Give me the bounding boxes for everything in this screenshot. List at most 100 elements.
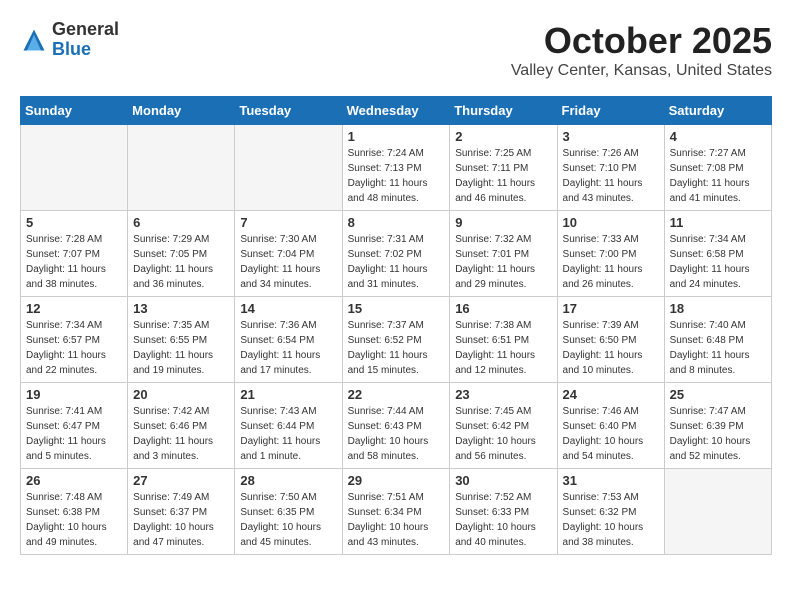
day-info: Sunrise: 7:49 AMSunset: 6:37 PMDaylight:… (133, 490, 229, 550)
day-cell-13: 13 Sunrise: 7:35 AMSunset: 6:55 PMDayligh… (128, 297, 235, 383)
day-cell-2: 2 Sunrise: 7:25 AMSunset: 7:11 PMDaylight… (450, 125, 557, 211)
day-cell-28: 28Sunrise: 7:50 AMSunset: 6:35 PMDayligh… (235, 469, 342, 555)
weekday-header-row: SundayMondayTuesdayWednesdayThursdayFrid… (21, 97, 772, 125)
day-info: Sunrise: 7:33 AMSunset: 7:00 PMDaylight:… (563, 232, 659, 292)
day-cell-5: 5Sunrise: 7:28 AMSunset: 7:07 PMDaylight… (21, 211, 128, 297)
day-cell-29: 29Sunrise: 7:51 AMSunset: 6:34 PMDayligh… (342, 469, 450, 555)
day-cell-23: 23 Sunrise: 7:45 AMSunset: 6:42 PMDayligh… (450, 383, 557, 469)
logo-text: General Blue (52, 20, 119, 60)
day-info: Sunrise: 7:24 AMSunset: 7:13 PMDaylight:… (348, 146, 445, 206)
day-cell-11: 11 Sunrise: 7:34 AMSunset: 6:58 PMDayligh… (664, 211, 771, 297)
day-number: 31 (563, 473, 659, 488)
day-info: Sunrise: 7:45 AMSunset: 6:42 PMDaylight:… (455, 404, 551, 464)
day-number: 3 (563, 129, 659, 144)
day-info: Sunrise: 7:31 AMSunset: 7:02 PMDaylight:… (348, 232, 445, 292)
day-cell-3: 3 Sunrise: 7:26 AMSunset: 7:10 PMDaylight… (557, 125, 664, 211)
week-row-4: 19 Sunrise: 7:41 AMSunset: 6:47 PMDayligh… (21, 383, 772, 469)
weekday-header-tuesday: Tuesday (235, 97, 342, 125)
day-info: Sunrise: 7:37 AMSunset: 6:52 PMDaylight:… (348, 318, 445, 378)
day-number: 12 (26, 301, 122, 316)
day-number: 1 (348, 129, 445, 144)
weekday-header-wednesday: Wednesday (342, 97, 450, 125)
day-cell-16: 16 Sunrise: 7:38 AMSunset: 6:51 PMDayligh… (450, 297, 557, 383)
day-cell-26: 26 Sunrise: 7:48 AMSunset: 6:38 PMDayligh… (21, 469, 128, 555)
day-cell-27: 27Sunrise: 7:49 AMSunset: 6:37 PMDayligh… (128, 469, 235, 555)
day-cell-6: 6 Sunrise: 7:29 AMSunset: 7:05 PMDaylight… (128, 211, 235, 297)
calendar-table: SundayMondayTuesdayWednesdayThursdayFrid… (20, 96, 772, 555)
page-header: General Blue October 2025 Valley Center,… (20, 20, 772, 80)
day-info: Sunrise: 7:32 AMSunset: 7:01 PMDaylight:… (455, 232, 551, 292)
day-info: Sunrise: 7:29 AMSunset: 7:05 PMDaylight:… (133, 232, 229, 292)
day-cell-25: 25 Sunrise: 7:47 AMSunset: 6:39 PMDayligh… (664, 383, 771, 469)
day-info: Sunrise: 7:41 AMSunset: 6:47 PMDaylight:… (26, 404, 122, 464)
day-cell-31: 31Sunrise: 7:53 AMSunset: 6:32 PMDayligh… (557, 469, 664, 555)
day-info: Sunrise: 7:28 AMSunset: 7:07 PMDaylight:… (26, 232, 122, 292)
day-info: Sunrise: 7:52 AMSunset: 6:33 PMDaylight:… (455, 490, 551, 550)
day-cell-1: 1 Sunrise: 7:24 AMSunset: 7:13 PMDaylight… (342, 125, 450, 211)
day-info: Sunrise: 7:30 AMSunset: 7:04 PMDaylight:… (240, 232, 336, 292)
title-block: October 2025 Valley Center, Kansas, Unit… (511, 20, 772, 80)
week-row-3: 12 Sunrise: 7:34 AMSunset: 6:57 PMDayligh… (21, 297, 772, 383)
day-info: Sunrise: 7:44 AMSunset: 6:43 PMDaylight:… (348, 404, 445, 464)
day-number: 24 (563, 387, 659, 402)
day-number: 7 (240, 215, 336, 230)
day-number: 26 (26, 473, 122, 488)
day-number: 25 (670, 387, 766, 402)
logo-blue-text: Blue (52, 40, 119, 60)
day-cell-15: 15 Sunrise: 7:37 AMSunset: 6:52 PMDayligh… (342, 297, 450, 383)
day-number: 19 (26, 387, 122, 402)
day-cell-9: 9 Sunrise: 7:32 AMSunset: 7:01 PMDaylight… (450, 211, 557, 297)
day-number: 22 (348, 387, 445, 402)
day-number: 16 (455, 301, 551, 316)
day-info: Sunrise: 7:36 AMSunset: 6:54 PMDaylight:… (240, 318, 336, 378)
weekday-header-thursday: Thursday (450, 97, 557, 125)
day-number: 8 (348, 215, 445, 230)
day-info: Sunrise: 7:27 AMSunset: 7:08 PMDaylight:… (670, 146, 766, 206)
day-info: Sunrise: 7:48 AMSunset: 6:38 PMDaylight:… (26, 490, 122, 550)
day-cell-24: 24 Sunrise: 7:46 AMSunset: 6:40 PMDayligh… (557, 383, 664, 469)
day-number: 2 (455, 129, 551, 144)
logo-general-text: General (52, 20, 119, 40)
day-number: 30 (455, 473, 551, 488)
day-number: 11 (670, 215, 766, 230)
day-info: Sunrise: 7:39 AMSunset: 6:50 PMDaylight:… (563, 318, 659, 378)
day-number: 6 (133, 215, 229, 230)
weekday-header-sunday: Sunday (21, 97, 128, 125)
day-info: Sunrise: 7:25 AMSunset: 7:11 PMDaylight:… (455, 146, 551, 206)
day-info: Sunrise: 7:46 AMSunset: 6:40 PMDaylight:… (563, 404, 659, 464)
empty-cell (128, 125, 235, 211)
day-number: 14 (240, 301, 336, 316)
day-info: Sunrise: 7:26 AMSunset: 7:10 PMDaylight:… (563, 146, 659, 206)
week-row-1: 1 Sunrise: 7:24 AMSunset: 7:13 PMDaylight… (21, 125, 772, 211)
day-number: 21 (240, 387, 336, 402)
day-number: 9 (455, 215, 551, 230)
day-info: Sunrise: 7:34 AMSunset: 6:58 PMDaylight:… (670, 232, 766, 292)
day-number: 15 (348, 301, 445, 316)
day-cell-21: 21 Sunrise: 7:43 AMSunset: 6:44 PMDayligh… (235, 383, 342, 469)
week-row-2: 5Sunrise: 7:28 AMSunset: 7:07 PMDaylight… (21, 211, 772, 297)
day-number: 28 (240, 473, 336, 488)
day-info: Sunrise: 7:42 AMSunset: 6:46 PMDaylight:… (133, 404, 229, 464)
day-cell-30: 30 Sunrise: 7:52 AMSunset: 6:33 PMDayligh… (450, 469, 557, 555)
day-number: 10 (563, 215, 659, 230)
day-info: Sunrise: 7:38 AMSunset: 6:51 PMDaylight:… (455, 318, 551, 378)
day-cell-12: 12 Sunrise: 7:34 AMSunset: 6:57 PMDayligh… (21, 297, 128, 383)
day-number: 13 (133, 301, 229, 316)
day-cell-10: 10 Sunrise: 7:33 AMSunset: 7:00 PMDayligh… (557, 211, 664, 297)
day-info: Sunrise: 7:35 AMSunset: 6:55 PMDaylight:… (133, 318, 229, 378)
day-number: 4 (670, 129, 766, 144)
week-row-5: 26 Sunrise: 7:48 AMSunset: 6:38 PMDayligh… (21, 469, 772, 555)
day-number: 23 (455, 387, 551, 402)
day-info: Sunrise: 7:43 AMSunset: 6:44 PMDaylight:… (240, 404, 336, 464)
day-cell-17: 17 Sunrise: 7:39 AMSunset: 6:50 PMDayligh… (557, 297, 664, 383)
day-info: Sunrise: 7:47 AMSunset: 6:39 PMDaylight:… (670, 404, 766, 464)
day-number: 18 (670, 301, 766, 316)
weekday-header-monday: Monday (128, 97, 235, 125)
empty-cell (235, 125, 342, 211)
empty-cell (21, 125, 128, 211)
empty-cell (664, 469, 771, 555)
day-cell-18: 18Sunrise: 7:40 AMSunset: 6:48 PMDayligh… (664, 297, 771, 383)
day-info: Sunrise: 7:34 AMSunset: 6:57 PMDaylight:… (26, 318, 122, 378)
day-cell-7: 7 Sunrise: 7:30 AMSunset: 7:04 PMDaylight… (235, 211, 342, 297)
day-number: 17 (563, 301, 659, 316)
